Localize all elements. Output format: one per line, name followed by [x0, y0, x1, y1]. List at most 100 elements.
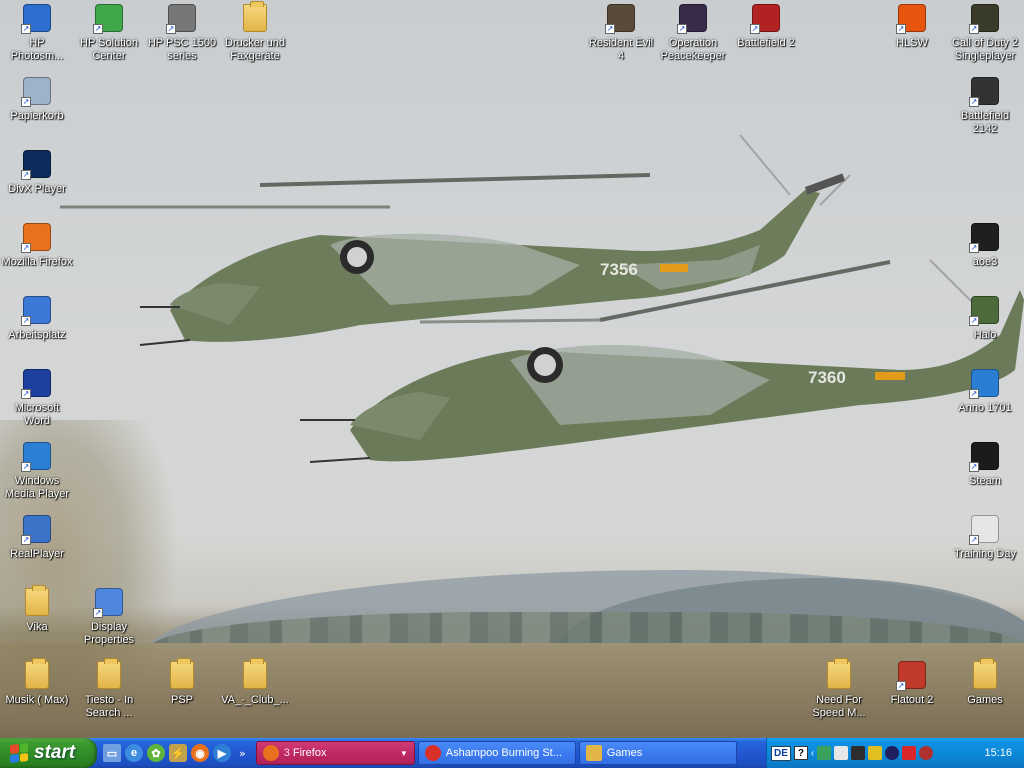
mozilla-firefox-icon: ↗: [21, 221, 53, 253]
divx-player-icon: ↗: [21, 148, 53, 180]
shortcut-arrow-icon: ↗: [21, 170, 31, 180]
desktop[interactable]: 7356 7360 ↗ HP Photosm... ↗ HP Solution Cen…: [0, 0, 1024, 738]
icq-icon[interactable]: ✿: [147, 744, 165, 762]
psp-icon: [166, 658, 198, 691]
firefox-icon: [262, 745, 279, 761]
battlefield-2142-icon: ↗: [969, 75, 1001, 107]
monitor-icon[interactable]: [834, 746, 849, 760]
desktop-icon-label: Display Properties: [83, 621, 135, 646]
shortcut-arrow-icon: ↗: [21, 389, 31, 399]
desktop-icon-call-of-duty-2[interactable]: ↗ Call of Duty 2 Singleplayer: [948, 2, 1022, 63]
warning-icon[interactable]: [868, 746, 883, 760]
desktop-icon-label: Training Day: [954, 548, 1016, 560]
start-button[interactable]: start: [0, 738, 97, 768]
desktop-icon-anno-1701[interactable]: ↗ Anno 1701: [948, 367, 1022, 415]
antivirus-icon[interactable]: [902, 746, 917, 760]
display-properties-icon: ↗: [93, 586, 125, 618]
task-button-firefox[interactable]: 3 Firefox ▼: [255, 741, 415, 765]
shortcut-arrow-icon: ↗: [969, 462, 979, 472]
desktop-icon-musik-max[interactable]: Musik ( Max): [0, 658, 74, 707]
task-button-ashampoo[interactable]: Ashampoo Burning St...: [417, 741, 576, 765]
network-icon[interactable]: [817, 746, 832, 760]
internet-explorer-icon[interactable]: e: [125, 744, 143, 762]
task-label: Games: [606, 747, 643, 759]
quick-launch: ▭ e ✿ ⚡ ◉ ▶ »: [97, 738, 252, 768]
media-player-icon[interactable]: ▶: [213, 744, 231, 762]
desktop-icon-halo[interactable]: ↗ Halo: [948, 294, 1022, 342]
shortcut-arrow-icon: ↗: [750, 24, 760, 34]
desktop-icon-label: Steam: [969, 475, 1001, 487]
desktop-icon-resident-evil-4[interactable]: ↗ Resident Evil 4: [584, 2, 658, 63]
desktop-icon-tiesto-in-search[interactable]: Tiesto - In Search ...: [72, 658, 146, 720]
desktop-icon-operation-peacekeeper[interactable]: ↗ Operation Peacekeeper: [656, 2, 730, 63]
vika-icon: [21, 585, 53, 618]
language-indicator[interactable]: DE: [771, 745, 791, 761]
desktop-icon-papierkorb[interactable]: ↗ Papierkorb: [0, 75, 74, 123]
desktop-icon-label: aoe3: [972, 256, 998, 268]
desktop-icon-need-for-speed[interactable]: Need For Speed M...: [802, 658, 876, 720]
shortcut-arrow-icon: ↗: [896, 681, 906, 691]
desktop-icon-realplayer[interactable]: ↗ RealPlayer: [0, 513, 74, 561]
desktop-icon-vika[interactable]: Vika: [0, 585, 74, 634]
desktop-icon-label: Musik ( Max): [5, 694, 69, 706]
hp-solution-center-icon: ↗: [93, 2, 125, 34]
desktop-icon-hp-solution-center[interactable]: ↗ HP Solution Center: [72, 2, 146, 63]
desktop-icon-arbeitsplatz[interactable]: ↗ Arbeitsplatz: [0, 294, 74, 342]
desktop-icon-games-folder[interactable]: Games: [948, 658, 1022, 707]
tray-expand-button[interactable]: ‹: [811, 748, 814, 759]
desktop-icon-psp[interactable]: PSP: [145, 658, 219, 707]
desktop-icon-flatout-2[interactable]: ↗ Flatout 2: [875, 659, 949, 707]
hp-photosmart-icon: ↗: [21, 2, 53, 34]
desktop-icon-label: HP PSC 1500 series: [147, 37, 217, 62]
desktop-icon-label: Papierkorb: [10, 110, 64, 122]
shortcut-arrow-icon: ↗: [93, 608, 103, 618]
firefox-icon[interactable]: ◉: [191, 744, 209, 762]
desktop-icon-label: Battlefield 2: [737, 37, 795, 49]
desktop-icon-battlefield-2142[interactable]: ↗ Battlefield 2142: [948, 75, 1022, 136]
desktop-icon-hlsw[interactable]: ↗ HLSW: [875, 2, 949, 50]
desktop-icon-hp-psc-1500[interactable]: ↗ HP PSC 1500 series: [145, 2, 219, 63]
show-desktop-icon[interactable]: ▭: [103, 744, 121, 762]
heli-2-number: 7360: [808, 368, 846, 387]
desktop-icon-hp-photosmart[interactable]: ↗ HP Photosm...: [0, 2, 74, 63]
clock: 15:16: [984, 747, 1012, 759]
desktop-icon-label: Operation Peacekeeper: [660, 37, 726, 62]
system-tray: DE ? ‹ 15:16: [766, 738, 1024, 768]
drucker-und-faxgeraete-icon: [239, 1, 271, 34]
resident-evil-4-icon: ↗: [605, 2, 637, 34]
security-icon[interactable]: [919, 746, 934, 760]
audio-icon[interactable]: [885, 746, 900, 760]
shortcut-arrow-icon: ↗: [677, 24, 687, 34]
desktop-icon-windows-media-player[interactable]: ↗ Windows Media Player: [0, 440, 74, 501]
help-icon[interactable]: ?: [793, 746, 808, 760]
desktop-icon-drucker-und-faxgeraete[interactable]: Drucker und Faxgeräte: [218, 1, 292, 63]
chevron-down-icon: ▼: [399, 748, 408, 758]
desktop-icon-training-day[interactable]: ↗ Training Day: [948, 513, 1022, 561]
quick-launch-more-button[interactable]: »: [239, 747, 246, 760]
desktop-icon-steam[interactable]: ↗ Steam: [948, 440, 1022, 488]
steam-icon: ↗: [969, 440, 1001, 472]
taskbar: start ▭ e ✿ ⚡ ◉ ▶ » 3 Firefox ▼ Ashampoo…: [0, 738, 1024, 768]
desktop-icon-label: Anno 1701: [958, 402, 1012, 414]
winamp-icon[interactable]: ⚡: [169, 744, 187, 762]
desktop-icon-label: Drucker und Faxgeräte: [225, 37, 285, 62]
desktop-icon-microsoft-word[interactable]: ↗ Microsoft Word: [0, 367, 74, 428]
desktop-icon-va-club[interactable]: VA_-_Club_...: [218, 658, 292, 707]
shortcut-arrow-icon: ↗: [21, 97, 31, 107]
desktop-icon-label: HLSW: [896, 37, 928, 49]
desktop-icon-divx-player[interactable]: ↗ DivX Player: [0, 148, 74, 196]
shortcut-arrow-icon: ↗: [969, 24, 979, 34]
task-button-games[interactable]: Games: [578, 741, 737, 765]
musik-max-icon: [21, 658, 53, 691]
gpu-icon[interactable]: [851, 746, 866, 760]
desktop-icon-label: Call of Duty 2 Singleplayer: [951, 37, 1019, 62]
desktop-icon-display-properties[interactable]: ↗ Display Properties: [72, 586, 146, 647]
desktop-icon-label: Battlefield 2142: [960, 110, 1010, 135]
desktop-icon-mozilla-firefox[interactable]: ↗ Mozilla Firefox: [0, 221, 74, 269]
shortcut-arrow-icon: ↗: [166, 24, 176, 34]
desktop-icon-aoe3[interactable]: ↗ aoe3: [948, 221, 1022, 269]
shortcut-arrow-icon: ↗: [21, 535, 31, 545]
ashampoo-icon: [424, 745, 441, 761]
call-of-duty-2-icon: ↗: [969, 2, 1001, 34]
desktop-icon-battlefield-2[interactable]: ↗ Battlefield 2: [729, 2, 803, 50]
